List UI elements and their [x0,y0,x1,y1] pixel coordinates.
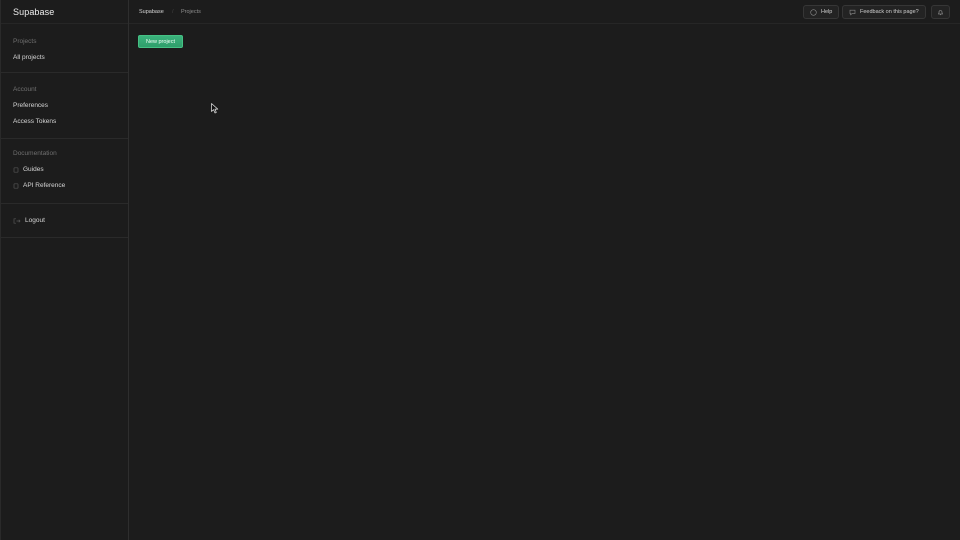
help-circle-icon [810,8,817,16]
feedback-button-label: Feedback on this page? [860,9,919,15]
sidebar-item-label: API Reference [23,182,66,189]
sidebar-item-label: Preferences [13,102,49,109]
breadcrumb-root[interactable]: Supabase [139,7,164,17]
book-icon [13,167,19,173]
feedback-button[interactable]: Feedback on this page? [842,5,926,19]
notifications-button[interactable] [931,5,950,19]
new-project-button[interactable]: New project [138,35,183,48]
help-button-label: Help [821,9,833,15]
logout-icon [13,218,21,224]
top-bar: Supabase / Projects Help Feedback on thi… [129,0,960,24]
message-icon [849,9,856,16]
app-window: Supabase Projects All projects Account P… [0,0,960,540]
sidebar-section-projects: Projects All projects [1,25,128,73]
sidebar-item-label: Access Tokens [13,118,57,125]
sidebar-section-documentation: Documentation Guides API Reference [1,139,128,204]
sidebar-item-all-projects[interactable]: All projects [13,53,45,63]
sidebar-section-account: Account Preferences Access Tokens [1,73,128,139]
sidebar-item-logout[interactable]: Logout [13,216,45,226]
help-button[interactable]: Help [803,5,840,19]
book-icon [13,183,19,189]
mouse-cursor-icon [211,103,219,114]
sidebar-heading-documentation: Documentation [13,150,57,157]
sidebar-heading-projects: Projects [13,38,37,45]
breadcrumb-current[interactable]: Projects [181,7,201,17]
sidebar-item-guides[interactable]: Guides [13,165,44,175]
sidebar-item-api-reference[interactable]: API Reference [13,181,65,191]
sidebar-item-label: All projects [13,54,45,61]
sidebar-heading-account: Account [13,86,37,93]
sidebar-item-label: Logout [25,217,45,224]
bell-icon [937,9,944,16]
sidebar: Supabase Projects All projects Account P… [1,0,129,540]
brand-row: Supabase [1,0,128,24]
sidebar-item-label: Guides [23,166,44,173]
brand-title[interactable]: Supabase [13,6,54,18]
sidebar-item-access-tokens[interactable]: Access Tokens [13,117,56,127]
sidebar-section-logout: Logout [1,204,128,238]
breadcrumb-separator: / [172,9,174,15]
main-content: New project [129,25,960,540]
sidebar-item-preferences[interactable]: Preferences [13,101,48,111]
